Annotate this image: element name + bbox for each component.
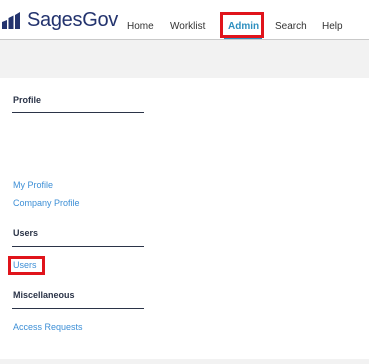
nav-admin[interactable]: Admin bbox=[228, 20, 259, 33]
nav-help[interactable]: Help bbox=[322, 20, 343, 33]
link-company-profile[interactable]: Company Profile bbox=[13, 197, 80, 209]
link-my-profile[interactable]: My Profile bbox=[13, 179, 53, 191]
section-title-profile: Profile bbox=[13, 95, 42, 105]
section-title-users: Users bbox=[13, 228, 39, 238]
link-access-requests[interactable]: Access Requests bbox=[13, 321, 83, 333]
nav-home[interactable]: Home bbox=[127, 20, 154, 33]
sagesgov-logo[interactable]: SagesGov bbox=[2, 8, 118, 32]
link-users[interactable]: Users bbox=[13, 259, 37, 271]
admin-menu-panel bbox=[0, 78, 369, 359]
section-divider-users bbox=[12, 246, 144, 247]
section-divider-miscellaneous bbox=[12, 308, 144, 309]
building-bars-icon bbox=[2, 11, 20, 29]
nav-worklist[interactable]: Worklist bbox=[170, 20, 205, 33]
top-header: SagesGov Home Worklist Admin Search Help bbox=[0, 0, 369, 40]
section-title-miscellaneous: Miscellaneous bbox=[13, 290, 75, 300]
logo-text: SagesGov bbox=[27, 9, 118, 31]
section-divider-profile bbox=[12, 112, 144, 113]
nav-search[interactable]: Search bbox=[275, 20, 307, 33]
header-divider bbox=[0, 39, 369, 40]
